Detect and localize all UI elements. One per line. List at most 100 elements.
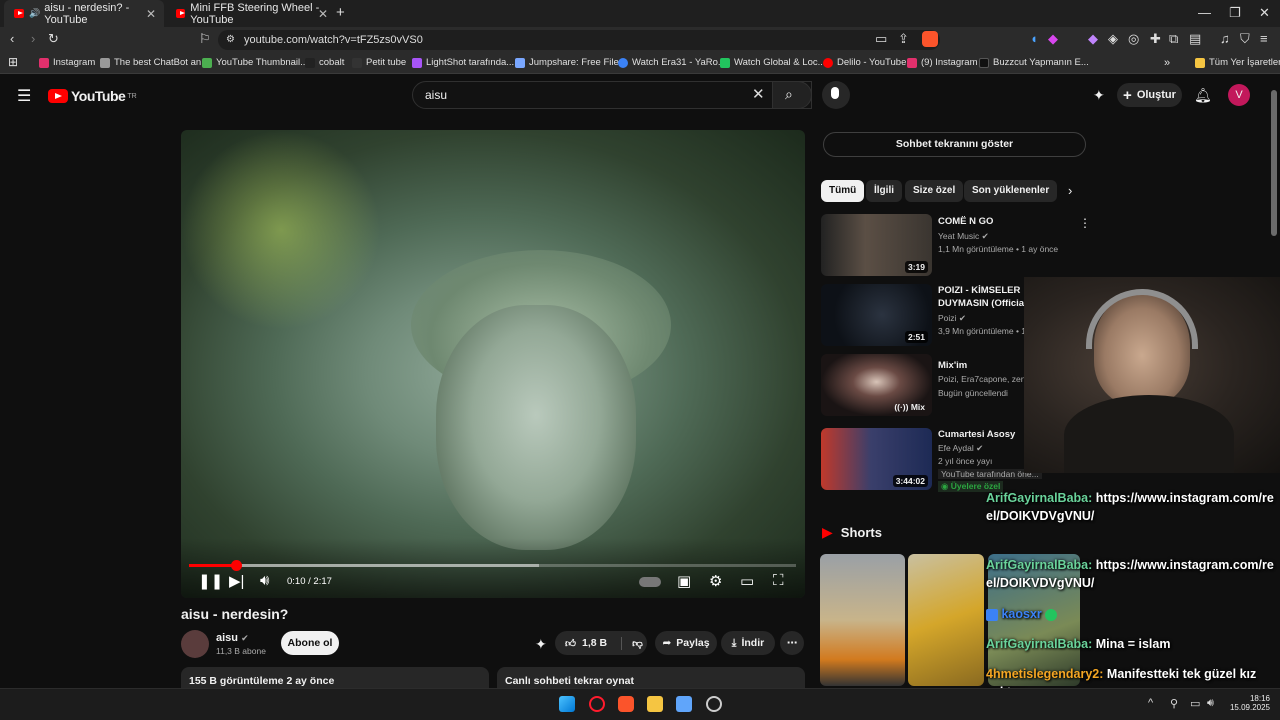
avatar[interactable]: V bbox=[1228, 84, 1250, 106]
obs-icon[interactable] bbox=[706, 696, 722, 712]
next-icon[interactable]: ▶| bbox=[229, 572, 244, 590]
opera-icon[interactable] bbox=[589, 696, 605, 712]
close-icon[interactable]: ✕ bbox=[318, 7, 328, 21]
tray-icon[interactable]: ⚲ bbox=[1170, 697, 1178, 710]
back-icon[interactable]: ‹ bbox=[10, 31, 14, 46]
bookmark-item[interactable]: The best ChatBot an... bbox=[100, 57, 209, 68]
clear-search-icon[interactable]: ✕ bbox=[752, 85, 765, 103]
restore-icon[interactable]: ❐ bbox=[1229, 5, 1241, 21]
extension-icon[interactable]: ◈ bbox=[1108, 31, 1118, 47]
download-button[interactable]: ⤓ İndir bbox=[721, 631, 775, 655]
tab-inactive[interactable]: Mini FFB Steering Wheel - YouTube ✕ bbox=[166, 0, 336, 27]
all-bookmarks[interactable]: Tüm Yer İşaretleri bbox=[1195, 57, 1280, 68]
bookmark-item[interactable]: cobalt bbox=[305, 57, 344, 68]
related-video-channel[interactable]: Poizi ✔ bbox=[938, 313, 966, 324]
extension-icon[interactable]: ◖ bbox=[1030, 31, 1038, 46]
bookmark-item[interactable]: (9) Instagram bbox=[907, 57, 978, 68]
related-video-channel[interactable]: Yeat Music ✔ bbox=[938, 231, 989, 242]
app-icon[interactable] bbox=[676, 696, 692, 712]
bookmark-item[interactable]: Buzzcut Yapmanın E... bbox=[979, 57, 1089, 68]
video-thumbnail[interactable]: 2:51 bbox=[821, 284, 932, 346]
short-thumbnail[interactable] bbox=[908, 554, 984, 686]
subscribe-button[interactable]: Abone ol bbox=[281, 631, 339, 655]
media-icon[interactable]: ♫ bbox=[1220, 31, 1230, 46]
more-actions-button[interactable]: ⋯ bbox=[780, 631, 804, 655]
channel-name[interactable]: aisu ✔ bbox=[216, 632, 249, 644]
bookmark-item[interactable]: Watch Global & Loc... bbox=[720, 57, 826, 68]
site-info-icon[interactable]: ⚙ bbox=[226, 30, 235, 50]
tab-active[interactable]: 🔊 aisu - nerdesin? - YouTube ✕ bbox=[4, 0, 164, 27]
chip-recent[interactable]: Son yüklenenler bbox=[964, 180, 1058, 202]
subtitles-icon[interactable]: ▣ bbox=[677, 572, 691, 590]
related-video-title[interactable]: COMË N GO bbox=[938, 215, 1073, 228]
close-icon[interactable]: ✕ bbox=[146, 7, 156, 21]
bookmark-item[interactable]: Petit tube bbox=[352, 57, 406, 68]
bookmarks-overflow[interactable]: » bbox=[1164, 57, 1170, 69]
theater-mode-icon[interactable]: ▭ bbox=[740, 572, 754, 590]
create-button[interactable]: + Oluştur bbox=[1117, 83, 1182, 107]
bookmark-item[interactable]: LightShot tarafında... bbox=[412, 57, 514, 68]
sound-icon[interactable]: 🔊︎ bbox=[1207, 697, 1214, 710]
channel-avatar[interactable] bbox=[181, 630, 209, 658]
file-explorer-icon[interactable] bbox=[647, 696, 663, 712]
chip-related[interactable]: İlgili bbox=[866, 180, 902, 202]
network-icon[interactable]: ▭ bbox=[1190, 697, 1200, 710]
autoplay-toggle[interactable] bbox=[639, 577, 661, 587]
clock[interactable]: 18:16 15.09.2025 bbox=[1224, 694, 1270, 712]
volume-icon[interactable]: 🔊︎ bbox=[260, 572, 269, 589]
page-scrollbar[interactable] bbox=[1271, 90, 1277, 236]
share-button[interactable]: ➦ Paylaş bbox=[655, 631, 717, 655]
more-vertical-icon[interactable]: ⋮ bbox=[1079, 216, 1091, 230]
notifications-bell-icon[interactable]: 🔔︎ bbox=[1194, 87, 1212, 104]
apps-grid-icon[interactable]: ⊞ bbox=[8, 55, 18, 69]
bookmark-item[interactable]: Watch Era31 - YaRo... bbox=[618, 57, 726, 68]
tray-chevron-icon[interactable]: ^ bbox=[1148, 697, 1153, 709]
like-count[interactable]: 1,8 B bbox=[582, 637, 607, 649]
chip-for-you[interactable]: Size özel bbox=[905, 180, 964, 202]
voice-search-button[interactable] bbox=[822, 81, 850, 109]
sidebar-icon[interactable]: ▤ bbox=[1189, 31, 1201, 47]
reload-icon[interactable]: ↻ bbox=[48, 31, 59, 47]
like-icon[interactable]: 👍︎ bbox=[565, 637, 576, 650]
video-player[interactable] bbox=[181, 130, 805, 598]
extension-icon[interactable]: ◎ bbox=[1128, 31, 1139, 47]
youtube-logo[interactable]: YouTube TR bbox=[48, 88, 137, 104]
fullscreen-icon[interactable]: ⛶ bbox=[773, 572, 784, 589]
cast-yt-icon[interactable]: ✦ bbox=[1093, 87, 1105, 104]
start-windows-icon[interactable] bbox=[559, 696, 575, 712]
ai-sparkle-icon[interactable]: ✦ bbox=[535, 636, 547, 653]
close-window-icon[interactable]: ✕ bbox=[1259, 5, 1270, 21]
bookmark-item[interactable]: Jumpshare: Free File... bbox=[515, 57, 627, 68]
search-button[interactable]: ⌕ bbox=[772, 81, 812, 109]
show-chat-button[interactable]: Sohbet tekranını göster bbox=[823, 132, 1086, 157]
extension-icon[interactable]: ◆ bbox=[1088, 31, 1098, 47]
forward-icon[interactable]: › bbox=[31, 31, 35, 46]
extension-icon[interactable]: ✚ bbox=[1150, 31, 1161, 47]
dislike-icon[interactable]: 👎︎ bbox=[621, 636, 643, 650]
video-thumbnail[interactable]: 3:44:02 bbox=[821, 428, 932, 490]
brave-icon[interactable] bbox=[618, 696, 634, 712]
bookmark-icon[interactable]: ⚐ bbox=[199, 31, 211, 47]
brave-shield-icon[interactable] bbox=[922, 31, 938, 47]
chip-all[interactable]: Tümü bbox=[821, 180, 865, 202]
mix-thumbnail[interactable]: ((·)) Mix bbox=[821, 354, 932, 416]
pause-icon[interactable]: ❚❚ bbox=[198, 572, 223, 590]
settings-gear-icon[interactable]: ⚙ bbox=[709, 572, 722, 590]
minimize-icon[interactable]: — bbox=[1198, 5, 1211, 20]
bookmark-item[interactable]: Delilo - YouTube bbox=[823, 57, 906, 68]
chevron-right-icon[interactable]: › bbox=[1068, 183, 1072, 198]
new-tab-button[interactable]: + bbox=[336, 4, 345, 21]
bookmark-item[interactable]: YouTube Thumbnail... bbox=[202, 57, 308, 68]
video-thumbnail[interactable]: 3:19 bbox=[821, 214, 932, 276]
hamburger-menu-icon[interactable]: ☰ bbox=[17, 86, 31, 106]
related-video-channel[interactable]: Efe Aydal ✔ bbox=[938, 443, 983, 454]
bookmark-item[interactable]: Instagram bbox=[39, 57, 95, 68]
share-icon[interactable]: ⇪ bbox=[898, 31, 909, 47]
menu-icon[interactable]: ≡ bbox=[1260, 31, 1268, 46]
address-bar[interactable]: ⚙ youtube.com/watch?v=tFZ5zs0vVS0 bbox=[218, 30, 940, 50]
extension-icon[interactable]: ◆ bbox=[1048, 31, 1058, 47]
cast-icon[interactable]: ▭ bbox=[875, 31, 887, 47]
short-thumbnail[interactable] bbox=[820, 554, 905, 686]
extensions-puzzle-icon[interactable]: ⧉ bbox=[1169, 31, 1178, 47]
progress-scrubber[interactable] bbox=[230, 560, 242, 571]
